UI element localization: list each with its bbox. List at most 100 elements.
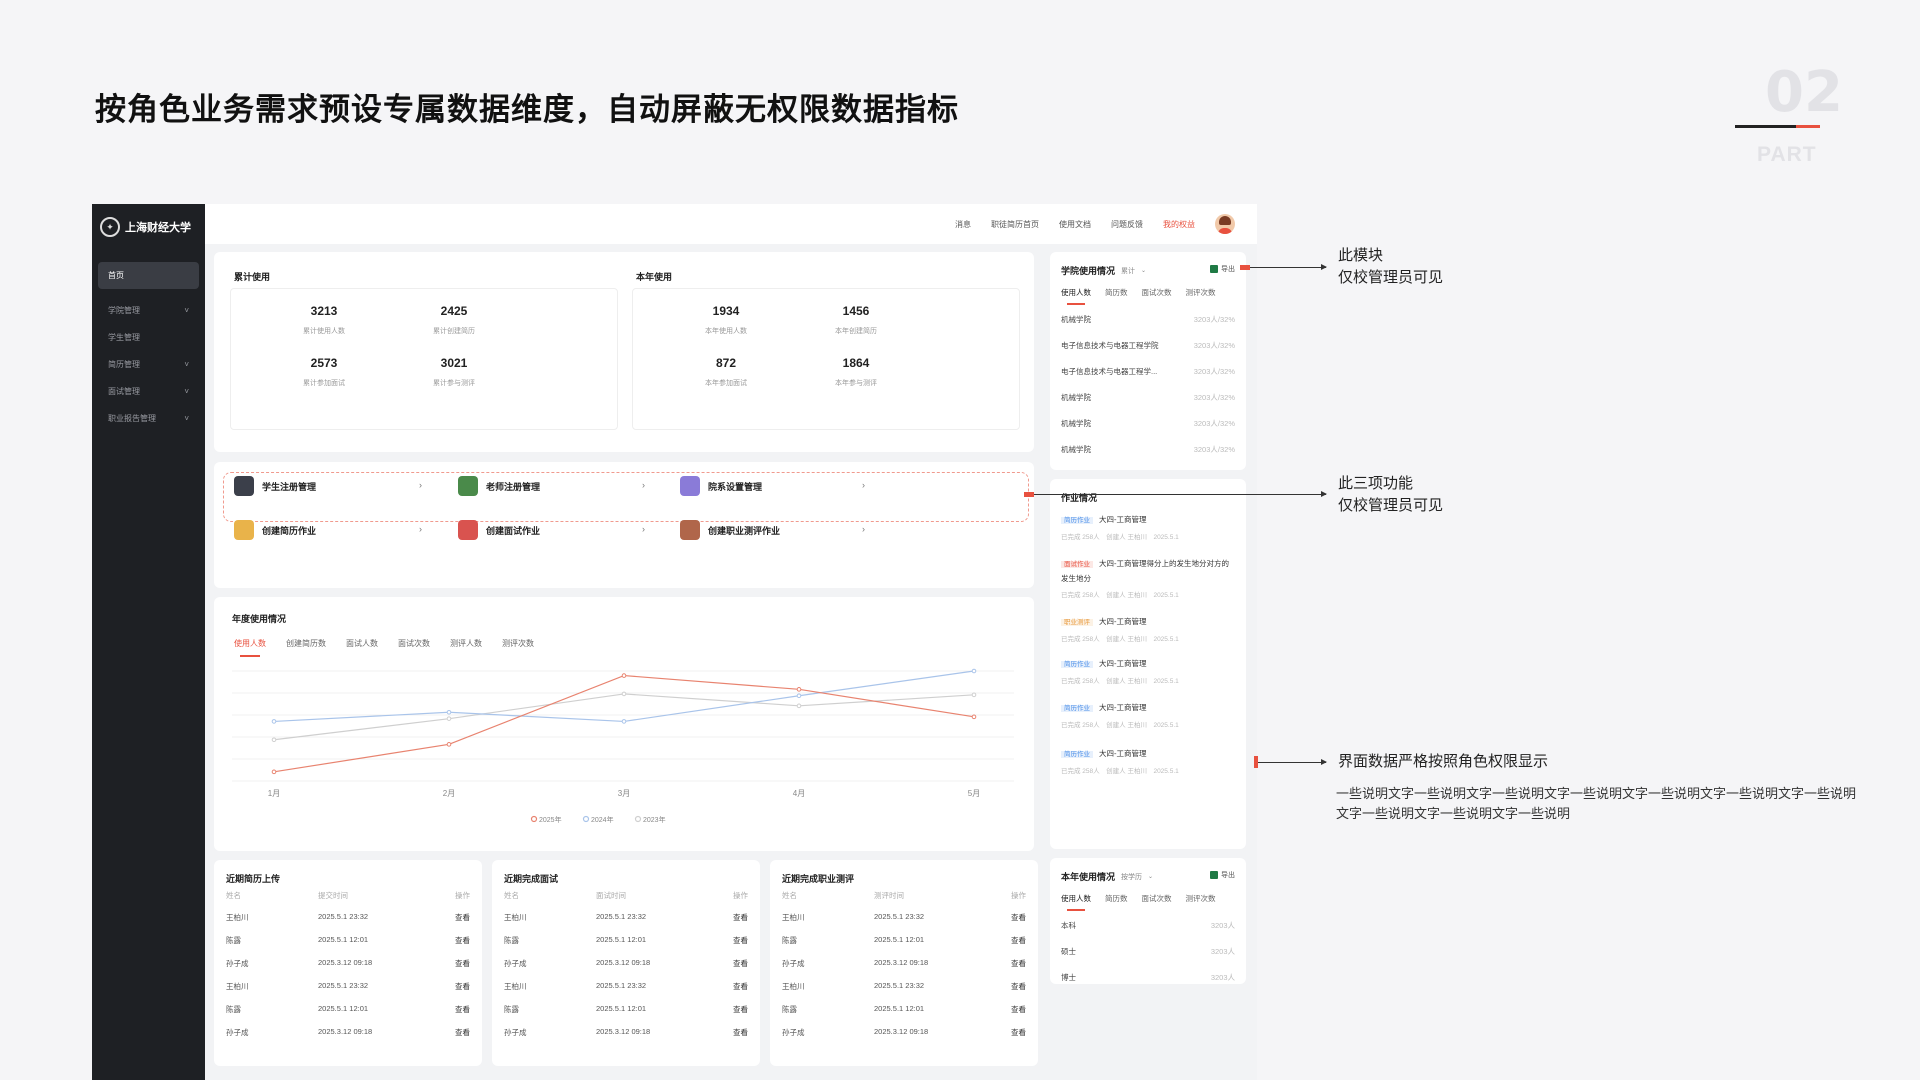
- topbar-link-docs[interactable]: 使用文档: [1059, 219, 1091, 230]
- excel-icon[interactable]: [1210, 265, 1218, 273]
- chevron-right-icon[interactable]: ›: [419, 480, 422, 490]
- quick-action-label: 学生注册管理: [262, 481, 317, 492]
- chevron-down-icon[interactable]: ⌄: [1141, 267, 1146, 274]
- quick-action-0[interactable]: 学生注册管理: [234, 475, 316, 497]
- homework-item[interactable]: 面试作业 大四-工商管理得分上的发生地分对方的发生地分 已完成 258人 创建人 王…: [1061, 557, 1235, 599]
- row-name: 电子信息技术与电器工程学院: [1061, 341, 1159, 350]
- view-link[interactable]: 查看: [733, 912, 748, 923]
- cell-name: 孙子成: [782, 1028, 805, 1037]
- chevron-right-icon[interactable]: ›: [419, 524, 422, 534]
- usage-row: 电子信息技术与电器工程学院 3203人/32%: [1061, 340, 1235, 352]
- quick-action-3[interactable]: 创建简历作业: [234, 519, 316, 541]
- homework-badge: 简历作业: [1061, 661, 1093, 668]
- homework-name: 大四-工商管理: [1099, 749, 1147, 758]
- chevron-right-icon[interactable]: ›: [642, 480, 645, 490]
- homework-meta: 已完成 258人 创建人 王柏川 2025.5.1: [1061, 768, 1179, 775]
- view-link[interactable]: 查看: [733, 981, 748, 992]
- view-link[interactable]: 查看: [455, 935, 470, 946]
- view-link[interactable]: 查看: [1011, 912, 1026, 923]
- topbar-link-feedback[interactable]: 问题反馈: [1111, 219, 1143, 230]
- annual-tab-2[interactable]: 面试人数: [346, 638, 378, 649]
- view-link[interactable]: 查看: [1011, 981, 1026, 992]
- sidebar-item-label: 学生管理: [108, 333, 140, 342]
- topbar-link-home[interactable]: 职徒简历首页: [991, 219, 1039, 230]
- year-export-button[interactable]: 导出: [1221, 870, 1235, 880]
- homework-title-row: 简历作业 大四-工商管理: [1061, 701, 1235, 716]
- row-name: 硕士: [1061, 947, 1076, 956]
- sidebar-item-5[interactable]: 职业报告管理 ˅: [98, 405, 199, 432]
- header-action: 操作: [733, 891, 748, 900]
- homework-item[interactable]: 简历作业 大四-工商管理 已完成 258人 创建人 王柏川 2025.5.1: [1061, 701, 1235, 729]
- college-export-button[interactable]: 导出: [1221, 264, 1235, 274]
- sidebar-item-2[interactable]: 学生管理: [98, 324, 199, 351]
- view-link[interactable]: 查看: [1011, 1027, 1026, 1038]
- year_usage-tab-2[interactable]: 面试次数: [1142, 893, 1172, 904]
- callout-line-2: [1024, 491, 1327, 497]
- college_usage-tab-3[interactable]: 测评次数: [1186, 287, 1216, 298]
- quick-action-2[interactable]: 院系设置管理: [680, 475, 762, 497]
- annual-tab-4[interactable]: 测评人数: [450, 638, 482, 649]
- view-link[interactable]: 查看: [733, 958, 748, 969]
- data-point: [271, 719, 277, 724]
- quick-action-1[interactable]: 老师注册管理: [458, 475, 540, 497]
- topbar-link-my-rights[interactable]: 我的权益: [1163, 219, 1195, 230]
- view-link[interactable]: 查看: [455, 981, 470, 992]
- chevron-right-icon[interactable]: ›: [862, 480, 865, 490]
- view-link[interactable]: 查看: [1011, 958, 1026, 969]
- year-usage-card: 本年使用情况 按学历 ⌄ 导出 使用人数 简历数 面试次数 测评次数 本科 3203人硕…: [1050, 858, 1246, 984]
- annual-tab-3[interactable]: 面试次数: [398, 638, 430, 649]
- row-name: 机械学院: [1061, 445, 1091, 454]
- legend-label: 2025年: [539, 815, 562, 824]
- stat-label: 累计参与测评: [433, 380, 475, 387]
- note-1: 此模块 仅校管理员可见: [1338, 245, 1443, 289]
- college_usage-tab-0[interactable]: 使用人数: [1061, 287, 1091, 305]
- year_usage-tab-0[interactable]: 使用人数: [1061, 893, 1091, 911]
- chevron-right-icon[interactable]: ›: [642, 524, 645, 534]
- annual-tab-5[interactable]: 测评次数: [502, 638, 534, 649]
- year_usage-tab-3[interactable]: 测评次数: [1186, 893, 1216, 904]
- chevron-down-icon[interactable]: ⌄: [1148, 873, 1153, 880]
- cell-time: 2025.5.1 23:32: [318, 981, 369, 990]
- row-name: 本科: [1061, 921, 1076, 930]
- homework-item[interactable]: 职业测评 大四-工商管理 已完成 258人 创建人 王柏川 2025.5.1: [1061, 615, 1235, 643]
- college_usage-tab-2[interactable]: 面试次数: [1142, 287, 1172, 298]
- view-link[interactable]: 查看: [1011, 935, 1026, 946]
- sidebar-item-3[interactable]: 简历管理 ˅: [98, 351, 199, 378]
- quick-action-5[interactable]: 创建职业测评作业: [680, 519, 780, 541]
- note-1-line-1: 此模块: [1338, 247, 1384, 264]
- view-link[interactable]: 查看: [455, 958, 470, 969]
- view-link[interactable]: 查看: [733, 935, 748, 946]
- chevron-right-icon[interactable]: ›: [862, 524, 865, 534]
- homework-name: 大四-工商管理: [1099, 617, 1147, 626]
- sidebar-item-1[interactable]: 学院管理 ˅: [98, 297, 199, 324]
- avatar[interactable]: [1215, 214, 1235, 234]
- view-link[interactable]: 查看: [1011, 1004, 1026, 1015]
- homework-item[interactable]: 简历作业 大四-工商管理 已完成 258人 创建人 王柏川 2025.5.1: [1061, 657, 1235, 685]
- year-usage-filter[interactable]: 按学历: [1121, 872, 1142, 882]
- annual-tab-0[interactable]: 使用人数: [234, 638, 266, 657]
- usage-row: 本科 3203人: [1061, 920, 1235, 932]
- view-link[interactable]: 查看: [455, 1027, 470, 1038]
- sidebar-item-0[interactable]: 首页: [98, 262, 199, 289]
- homework-item[interactable]: 简历作业 大四-工商管理 已完成 258人 创建人 王柏川 2025.5.1: [1061, 513, 1235, 541]
- homework-name: 大四-工商管理: [1099, 515, 1147, 524]
- topbar-link-messages[interactable]: 消息: [955, 219, 971, 230]
- college-usage-filter[interactable]: 累计: [1121, 266, 1135, 276]
- chevron-down-icon: ˅: [184, 387, 189, 396]
- school-seal-icon: ✦: [100, 217, 120, 237]
- view-link[interactable]: 查看: [733, 1004, 748, 1015]
- sidebar-item-4[interactable]: 面试管理 ˅: [98, 378, 199, 405]
- excel-icon[interactable]: [1210, 871, 1218, 879]
- annual-tab-1[interactable]: 创建简历数: [286, 638, 326, 649]
- cell-time: 2025.3.12 09:18: [318, 958, 373, 967]
- quick-action-4[interactable]: 创建面试作业: [458, 519, 540, 541]
- homework-item[interactable]: 简历作业 大四-工商管理 已完成 258人 创建人 王柏川 2025.5.1: [1061, 747, 1235, 775]
- college_usage-tab-1[interactable]: 简历数: [1105, 287, 1128, 298]
- view-link[interactable]: 查看: [733, 1027, 748, 1038]
- year_usage-tab-1[interactable]: 简历数: [1105, 893, 1128, 904]
- view-link[interactable]: 查看: [455, 1004, 470, 1015]
- recent-table-2: 近期完成职业测评 姓名 测评时间 操作 王柏川 2025.5.1 23:32 查看 陈露 202…: [770, 860, 1038, 1066]
- annual-usage-card: 年度使用情况 使用人数 创建简历数 面试人数 面试次数 测评人数 测评次数 1月 2月 3月 4…: [214, 597, 1034, 851]
- table-row: 孙子成 2025.3.12 09:18 查看: [226, 958, 470, 970]
- view-link[interactable]: 查看: [455, 912, 470, 923]
